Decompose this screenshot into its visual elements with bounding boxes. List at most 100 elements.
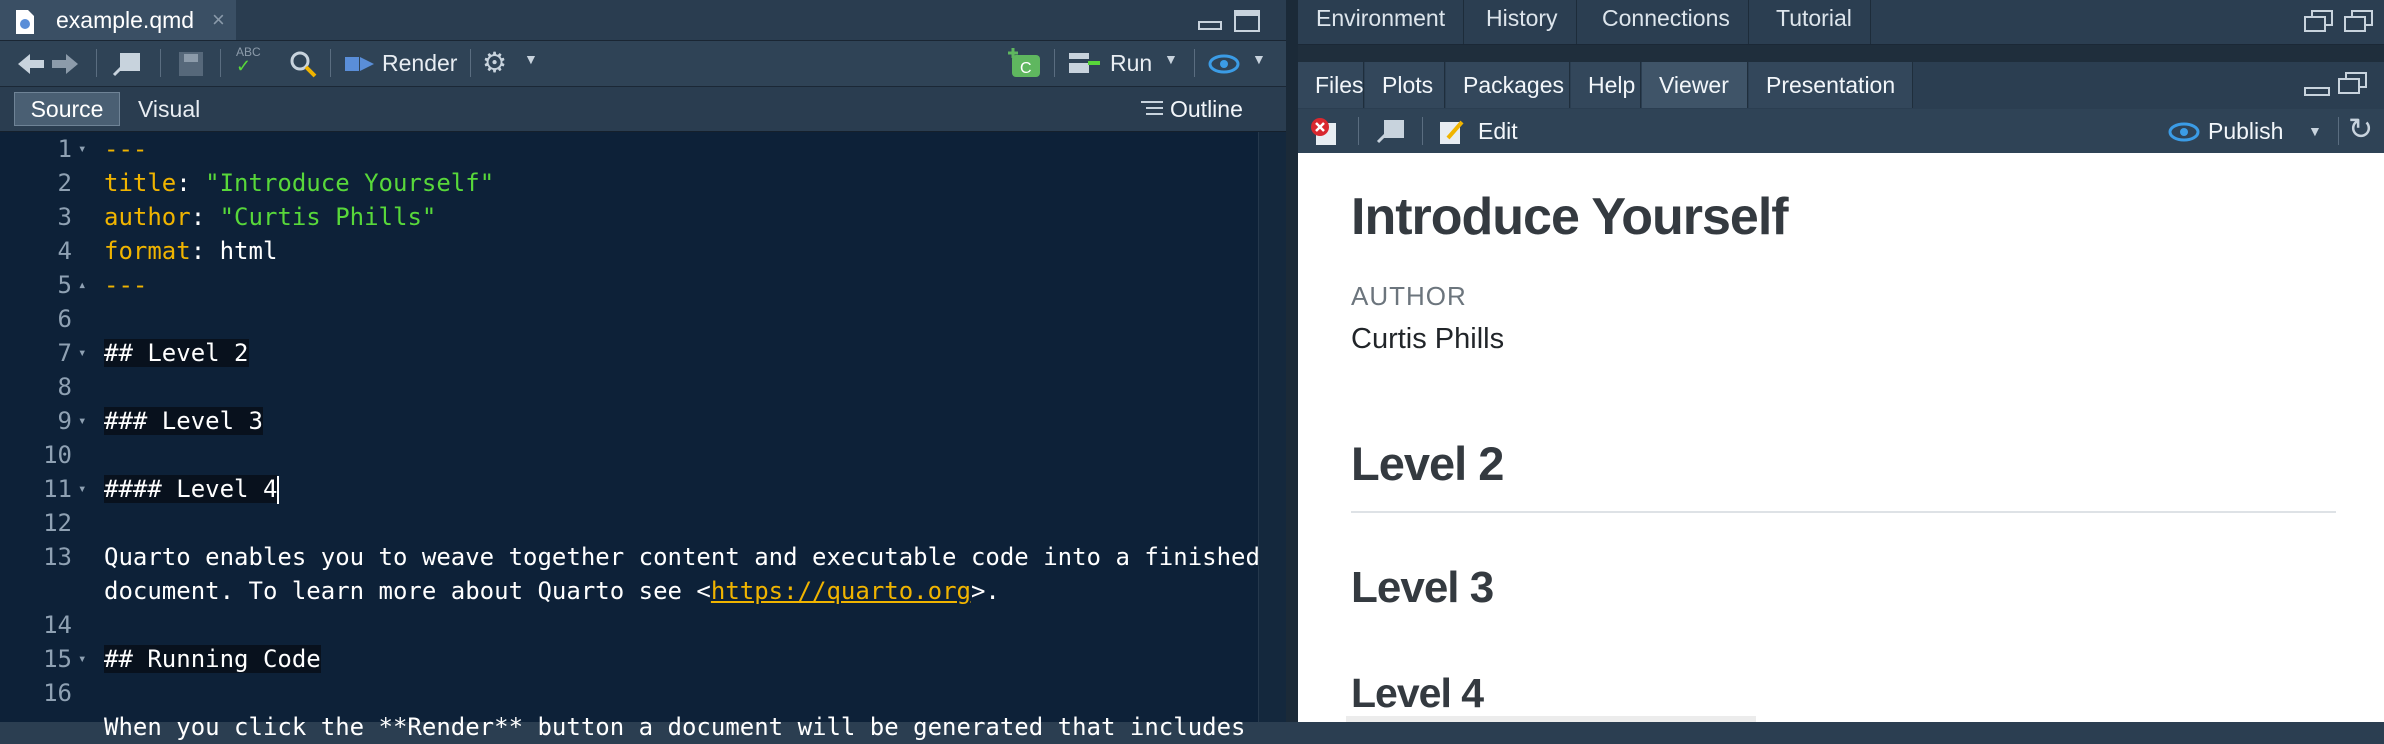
author-label: AUTHOR (1351, 281, 1467, 311)
horizontal-scrollbar[interactable] (1346, 716, 1756, 722)
line-number: 12 (43, 509, 72, 537)
line-number: 7 (57, 339, 72, 367)
viewer-publish-icon[interactable] (2168, 119, 2202, 150)
outline-button[interactable]: Outline (1170, 92, 1243, 126)
viewer-publish-button[interactable]: Publish (2208, 109, 2283, 153)
tab-help[interactable]: Help (1571, 62, 1641, 108)
spellcheck-icon[interactable]: ABC ✓ (236, 45, 261, 75)
editor-tab-bar: example.qmd × (0, 0, 1286, 41)
editor-tab-label: example.qmd (56, 7, 195, 33)
save-icon[interactable] (178, 51, 204, 82)
tab-tutorial[interactable]: Tutorial (1758, 0, 1871, 44)
maximize-viewer-icon[interactable] (2338, 72, 2368, 99)
tab-history[interactable]: History (1468, 0, 1577, 44)
fold-down-icon[interactable]: ▾ (78, 404, 86, 438)
fold-down-icon[interactable]: ▾ (78, 132, 86, 166)
restore-pane-icon-2[interactable] (2344, 10, 2374, 37)
settings-gear-icon[interactable]: ⚙ (482, 49, 507, 77)
editor-vertical-scrollbar[interactable] (1258, 132, 1287, 722)
visual-mode-tab[interactable]: Visual (138, 92, 200, 126)
line-number: 2 (57, 169, 72, 197)
run-button[interactable]: Run (1110, 41, 1152, 86)
tab-presentation[interactable]: Presentation (1749, 62, 1913, 108)
minimize-viewer-icon[interactable] (2304, 76, 2330, 101)
tab-files[interactable]: Files (1298, 62, 1364, 108)
code-line-2: title: "Introduce Yourself" (104, 169, 495, 197)
code-line-5: --- (104, 271, 148, 299)
clear-viewer-icon[interactable] (1310, 117, 1340, 152)
code-line-4: format: html (104, 237, 278, 265)
publish-dropdown-icon[interactable]: ▼ (1252, 51, 1266, 67)
code-line-9: ### Level 3 (104, 407, 263, 435)
heading-level-3: Level 3 (1351, 563, 1494, 612)
show-in-new-window-icon[interactable] (1376, 118, 1406, 149)
heading-level-4: Level 4 (1351, 670, 1484, 716)
forward-arrow-icon[interactable] (50, 51, 80, 82)
outline-icon[interactable] (1140, 100, 1164, 123)
line-number: 3 (57, 203, 72, 231)
run-icon[interactable] (1068, 51, 1102, 82)
tab-plots[interactable]: Plots (1365, 62, 1445, 108)
edit-icon[interactable] (1438, 118, 1466, 151)
environment-pane-tabs: Environment History Connections Tutorial (1298, 0, 2384, 45)
editor-tab-example-qmd[interactable]: example.qmd × (0, 0, 236, 40)
minimize-pane-icon[interactable] (1198, 12, 1222, 30)
restore-pane-icon[interactable] (2304, 10, 2334, 37)
edit-button[interactable]: Edit (1478, 109, 1518, 153)
back-arrow-icon[interactable] (16, 51, 46, 82)
text-cursor (277, 476, 280, 504)
pane-gap (1298, 45, 2384, 62)
heading-divider (1351, 511, 2336, 513)
render-icon[interactable] (344, 53, 376, 80)
line-number: 1 (57, 135, 72, 163)
line-number-gutter: 1 ▾ 2 3 4 5 ▴ 6 7 ▾ 8 9 ▾ 10 11 ▾ 12 13 14 15 ▾ 16 (0, 132, 92, 722)
refresh-icon[interactable]: ↻ (2348, 115, 2373, 145)
line-number: 9 (57, 407, 72, 435)
run-dropdown-icon[interactable]: ▼ (1164, 51, 1178, 67)
code-line-3: author: "Curtis Phills" (104, 203, 437, 231)
code-line-13a: Quarto enables you to weave together con… (104, 543, 1260, 571)
viewer-content: Introduce Yourself AUTHOR Curtis Phills … (1298, 153, 2384, 722)
line-number: 6 (57, 305, 72, 333)
code-editor[interactable]: 1 ▾ 2 3 4 5 ▴ 6 7 ▾ 8 9 ▾ 10 11 ▾ 12 13 14 15 ▾ 16 --- title:… (0, 132, 1260, 741)
document-title: Introduce Yourself (1351, 188, 1789, 246)
tab-packages[interactable]: Packages (1446, 62, 1570, 108)
publish-icon[interactable] (1208, 51, 1242, 82)
source-pane: example.qmd × ABC ✓ Render ⚙ ▼ C Run ▼ ▼… (0, 0, 1287, 741)
pane-splitter[interactable] (1286, 0, 1298, 722)
line-number: 8 (57, 373, 72, 401)
tab-viewer[interactable]: Viewer (1642, 62, 1748, 108)
line-number: 16 (43, 679, 72, 707)
line-number: 4 (57, 237, 72, 265)
chevron-down-icon[interactable]: ▼ (524, 51, 538, 67)
fold-down-icon[interactable]: ▾ (78, 336, 86, 370)
code-line-15: ## Running Code (104, 645, 321, 673)
search-icon[interactable] (288, 49, 318, 84)
maximize-pane-icon[interactable] (1234, 10, 1260, 32)
line-number: 14 (43, 611, 72, 639)
viewer-publish-dropdown-icon[interactable]: ▼ (2308, 123, 2322, 139)
editor-mode-bar: Source Visual Outline (0, 87, 1286, 132)
code-line-13b: document. To learn more about Quarto see… (104, 577, 1000, 605)
insert-chunk-icon[interactable]: C (1006, 47, 1042, 84)
tab-environment[interactable]: Environment (1298, 0, 1465, 44)
viewer-pane-tabs: Files Plots Packages Help Viewer Present… (1298, 62, 2384, 108)
line-number: 13 (43, 543, 72, 571)
viewer-toolbar: Edit Publish ▼ ↻ (1298, 109, 2384, 154)
fold-down-icon[interactable]: ▾ (78, 642, 86, 676)
show-in-window-icon[interactable] (112, 51, 142, 82)
source-mode-tab[interactable]: Source (14, 92, 120, 126)
tab-connections[interactable]: Connections (1584, 0, 1749, 44)
editor-toolbar: ABC ✓ Render ⚙ ▼ C Run ▼ ▼ (0, 41, 1286, 87)
heading-level-2: Level 2 (1351, 437, 1504, 490)
line-number: 11 (43, 475, 72, 503)
fold-down-icon[interactable]: ▾ (78, 472, 86, 506)
code-line-11: #### Level 4 (104, 475, 280, 504)
line-number: 10 (43, 441, 72, 469)
code-line-1: --- (104, 135, 148, 163)
fold-up-icon[interactable]: ▴ (78, 268, 86, 302)
render-button[interactable]: Render (382, 41, 457, 86)
close-tab-icon[interactable]: × (212, 0, 225, 40)
quarto-link[interactable]: https://quarto.org (711, 577, 971, 605)
author-name: Curtis Phills (1351, 323, 1505, 355)
